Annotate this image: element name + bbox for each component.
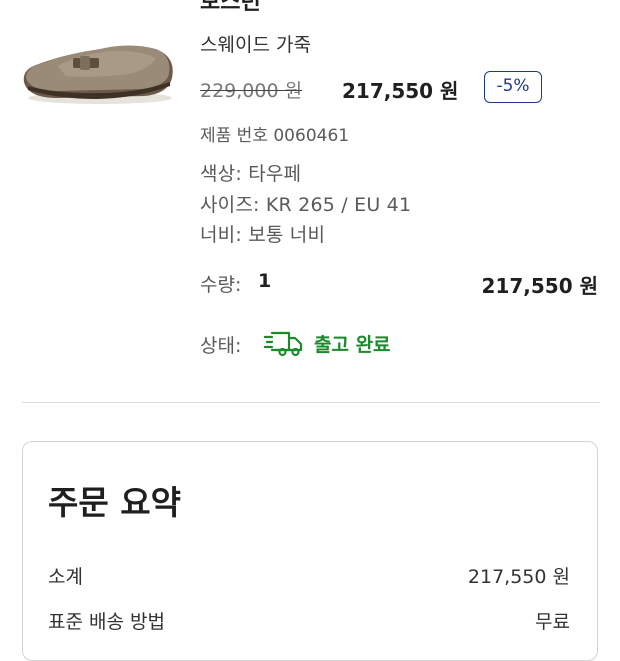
quantity-value: 1	[258, 270, 272, 292]
delivery-truck-icon	[263, 328, 304, 364]
product-width: 너비: 보통 너비	[200, 224, 326, 246]
original-price: 229,000 원	[200, 80, 303, 102]
product-sku: 제품 번호 0060461	[200, 126, 350, 146]
product-size: 사이즈: KR 265 / EU 41	[200, 194, 412, 216]
shipping-label: 표준 배송 방법	[48, 611, 165, 633]
subtotal-label: 소계	[48, 566, 83, 588]
shipping-value: 무료	[535, 611, 570, 633]
quantity-label: 수량:	[200, 274, 242, 296]
order-summary-title: 주문 요약	[48, 483, 181, 522]
discount-badge: -5%	[484, 71, 542, 103]
product-color: 색상: 타우페	[200, 163, 302, 185]
line-total: 217,550 원	[481, 274, 598, 298]
status-label: 상태:	[200, 335, 242, 357]
product-image[interactable]	[18, 20, 178, 114]
product-material: 스웨이드 가죽	[200, 34, 311, 56]
section-divider	[22, 402, 600, 403]
product-image-graphic	[23, 45, 173, 104]
status-text: 출고 완료	[314, 334, 391, 356]
subtotal-value: 217,550 원	[467, 566, 570, 588]
product-name[interactable]: 보스턴	[200, 0, 261, 16]
sale-price: 217,550 원	[342, 79, 459, 103]
